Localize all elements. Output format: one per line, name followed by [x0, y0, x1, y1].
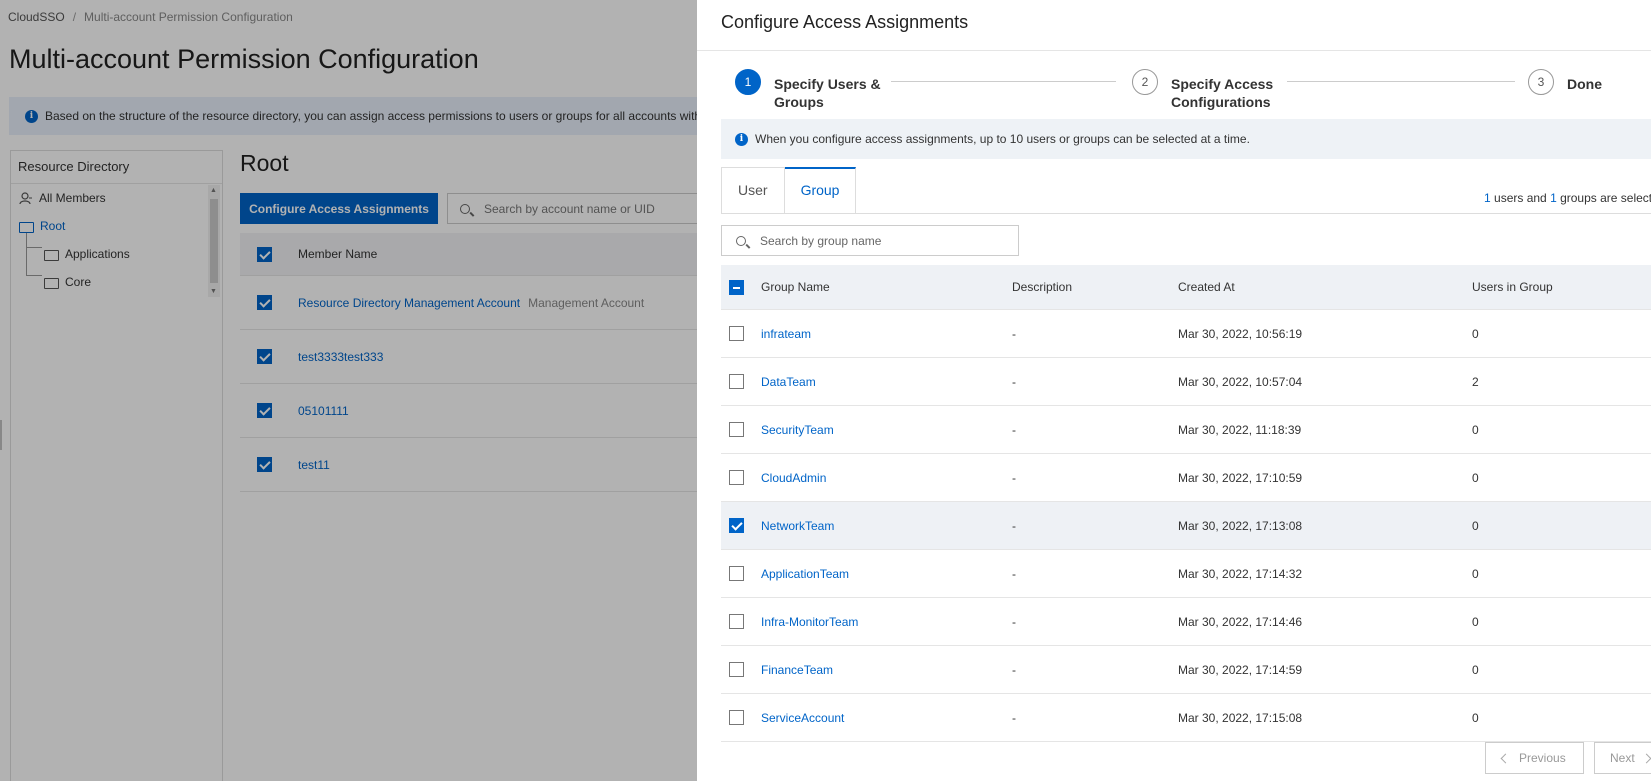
- configure-access-drawer: Configure Access Assignments 1 Specify U…: [697, 0, 1651, 781]
- table-row[interactable]: FinanceTeam - Mar 30, 2022, 17:14:59 0: [721, 646, 1651, 694]
- search-icon: [736, 235, 746, 246]
- group-description: -: [1012, 422, 1016, 437]
- row-checkbox[interactable]: [729, 470, 744, 485]
- step-number: 2: [1132, 69, 1158, 95]
- next-label: Next: [1610, 751, 1635, 765]
- group-user-count: 0: [1472, 518, 1479, 533]
- group-name-link[interactable]: infrateam: [761, 327, 811, 341]
- row-checkbox[interactable]: [729, 662, 744, 677]
- modal-overlay[interactable]: [0, 0, 697, 781]
- group-name-link[interactable]: ServiceAccount: [761, 711, 844, 725]
- step-label: Specify Users & Groups: [774, 76, 881, 110]
- table-row[interactable]: Infra-MonitorTeam - Mar 30, 2022, 17:14:46…: [721, 598, 1651, 646]
- table-row[interactable]: ApplicationTeam - Mar 30, 2022, 17:14:32 0: [721, 550, 1651, 598]
- table-row[interactable]: SecurityTeam - Mar 30, 2022, 11:18:39 0: [721, 406, 1651, 454]
- previous-button[interactable]: Previous: [1485, 742, 1584, 774]
- group-search-input[interactable]: Search by group name: [721, 225, 1019, 256]
- group-user-count: 0: [1472, 326, 1479, 341]
- group-user-count: 0: [1472, 662, 1479, 677]
- row-checkbox[interactable]: [729, 710, 744, 725]
- previous-label: Previous: [1519, 751, 1566, 765]
- group-name-link[interactable]: ApplicationTeam: [761, 567, 849, 581]
- group-created-at: Mar 30, 2022, 10:57:04: [1178, 374, 1303, 389]
- group-created-at: Mar 30, 2022, 17:15:08: [1178, 710, 1303, 725]
- column-description: Description: [1012, 280, 1073, 294]
- selection-text: groups are selecte: [1556, 191, 1651, 205]
- drawer-info-banner: i When you configure access assignments,…: [721, 119, 1651, 159]
- group-description: -: [1012, 374, 1016, 389]
- chevron-left-icon: [1500, 753, 1511, 763]
- step-label: Done: [1567, 76, 1602, 92]
- group-name-link[interactable]: Infra-MonitorTeam: [761, 615, 858, 629]
- selected-users-count: 1: [1484, 191, 1491, 205]
- column-created-at: Created At: [1178, 280, 1235, 294]
- next-button[interactable]: Next: [1594, 742, 1651, 774]
- step-2: 2 Specify Access Configurations: [1132, 69, 1273, 111]
- table-body: infrateam - Mar 30, 2022, 10:56:19 0 DataTea…: [721, 310, 1651, 742]
- group-created-at: Mar 30, 2022, 17:14:59: [1178, 662, 1303, 677]
- group-name-link[interactable]: NetworkTeam: [761, 519, 834, 533]
- column-users-in-group: Users in Group: [1472, 280, 1553, 294]
- group-user-count: 0: [1472, 710, 1479, 725]
- group-name-link[interactable]: FinanceTeam: [761, 663, 833, 677]
- step-1: 1 Specify Users & Groups: [735, 69, 881, 111]
- group-description: -: [1012, 614, 1016, 629]
- group-user-count: 0: [1472, 566, 1479, 581]
- selection-count: 1 users and 1 groups are selecte: [1484, 191, 1651, 205]
- tab-group[interactable]: Group: [784, 167, 857, 214]
- table-row[interactable]: CloudAdmin - Mar 30, 2022, 17:10:59 0: [721, 454, 1651, 502]
- step-number: 3: [1528, 69, 1554, 95]
- tab-bar: User Group: [721, 167, 857, 214]
- selected-groups-count: 1: [1550, 191, 1557, 205]
- group-created-at: Mar 30, 2022, 17:10:59: [1178, 470, 1303, 485]
- divider: [697, 50, 1651, 51]
- step-label: Specify Access Configurations: [1171, 76, 1274, 110]
- group-name-link[interactable]: SecurityTeam: [761, 423, 834, 437]
- edge-handle: [0, 420, 2, 450]
- chevron-right-icon: [1641, 753, 1651, 763]
- group-created-at: Mar 30, 2022, 10:56:19: [1178, 326, 1303, 341]
- step-connector: [891, 81, 1116, 82]
- row-checkbox[interactable]: [729, 326, 744, 341]
- group-description: -: [1012, 326, 1016, 341]
- group-description: -: [1012, 662, 1016, 677]
- group-name-link[interactable]: DataTeam: [761, 375, 816, 389]
- row-checkbox[interactable]: [729, 374, 744, 389]
- group-user-count: 0: [1472, 422, 1479, 437]
- table-row[interactable]: infrateam - Mar 30, 2022, 10:56:19 0: [721, 310, 1651, 358]
- group-description: -: [1012, 518, 1016, 533]
- group-description: -: [1012, 566, 1016, 581]
- drawer-info-text: When you configure access assignments, u…: [755, 132, 1250, 146]
- drawer-title: Configure Access Assignments: [721, 12, 969, 32]
- group-created-at: Mar 30, 2022, 17:14:46: [1178, 614, 1303, 629]
- step-connector: [1287, 81, 1515, 82]
- row-checkbox[interactable]: [729, 422, 744, 437]
- selection-text: users and: [1490, 191, 1551, 205]
- row-checkbox[interactable]: [729, 518, 744, 533]
- group-description: -: [1012, 470, 1016, 485]
- group-user-count: 0: [1472, 614, 1479, 629]
- group-user-count: 0: [1472, 470, 1479, 485]
- step-3: 3 Done: [1528, 69, 1602, 95]
- select-all-checkbox[interactable]: [729, 279, 744, 295]
- info-icon: i: [735, 132, 748, 146]
- search-placeholder: Search by group name: [760, 233, 882, 248]
- table-row[interactable]: NetworkTeam - Mar 30, 2022, 17:13:08 0: [721, 502, 1651, 550]
- row-checkbox[interactable]: [729, 566, 744, 581]
- row-checkbox[interactable]: [729, 614, 744, 629]
- column-group-name: Group Name: [761, 280, 830, 294]
- group-name-link[interactable]: CloudAdmin: [761, 471, 826, 485]
- tab-user[interactable]: User: [721, 167, 785, 213]
- group-created-at: Mar 30, 2022, 17:14:32: [1178, 566, 1303, 581]
- tabs-divider: [721, 213, 1651, 214]
- table-header: Group Name Description Created At Users …: [721, 265, 1651, 310]
- group-created-at: Mar 30, 2022, 11:18:39: [1178, 422, 1302, 437]
- step-number: 1: [735, 69, 761, 95]
- group-description: -: [1012, 710, 1016, 725]
- group-created-at: Mar 30, 2022, 17:13:08: [1178, 518, 1303, 533]
- group-user-count: 2: [1472, 374, 1479, 389]
- table-row[interactable]: DataTeam - Mar 30, 2022, 10:57:04 2: [721, 358, 1651, 406]
- groups-table: Group Name Description Created At Users …: [721, 265, 1651, 742]
- table-row[interactable]: ServiceAccount - Mar 30, 2022, 17:15:08 0: [721, 694, 1651, 742]
